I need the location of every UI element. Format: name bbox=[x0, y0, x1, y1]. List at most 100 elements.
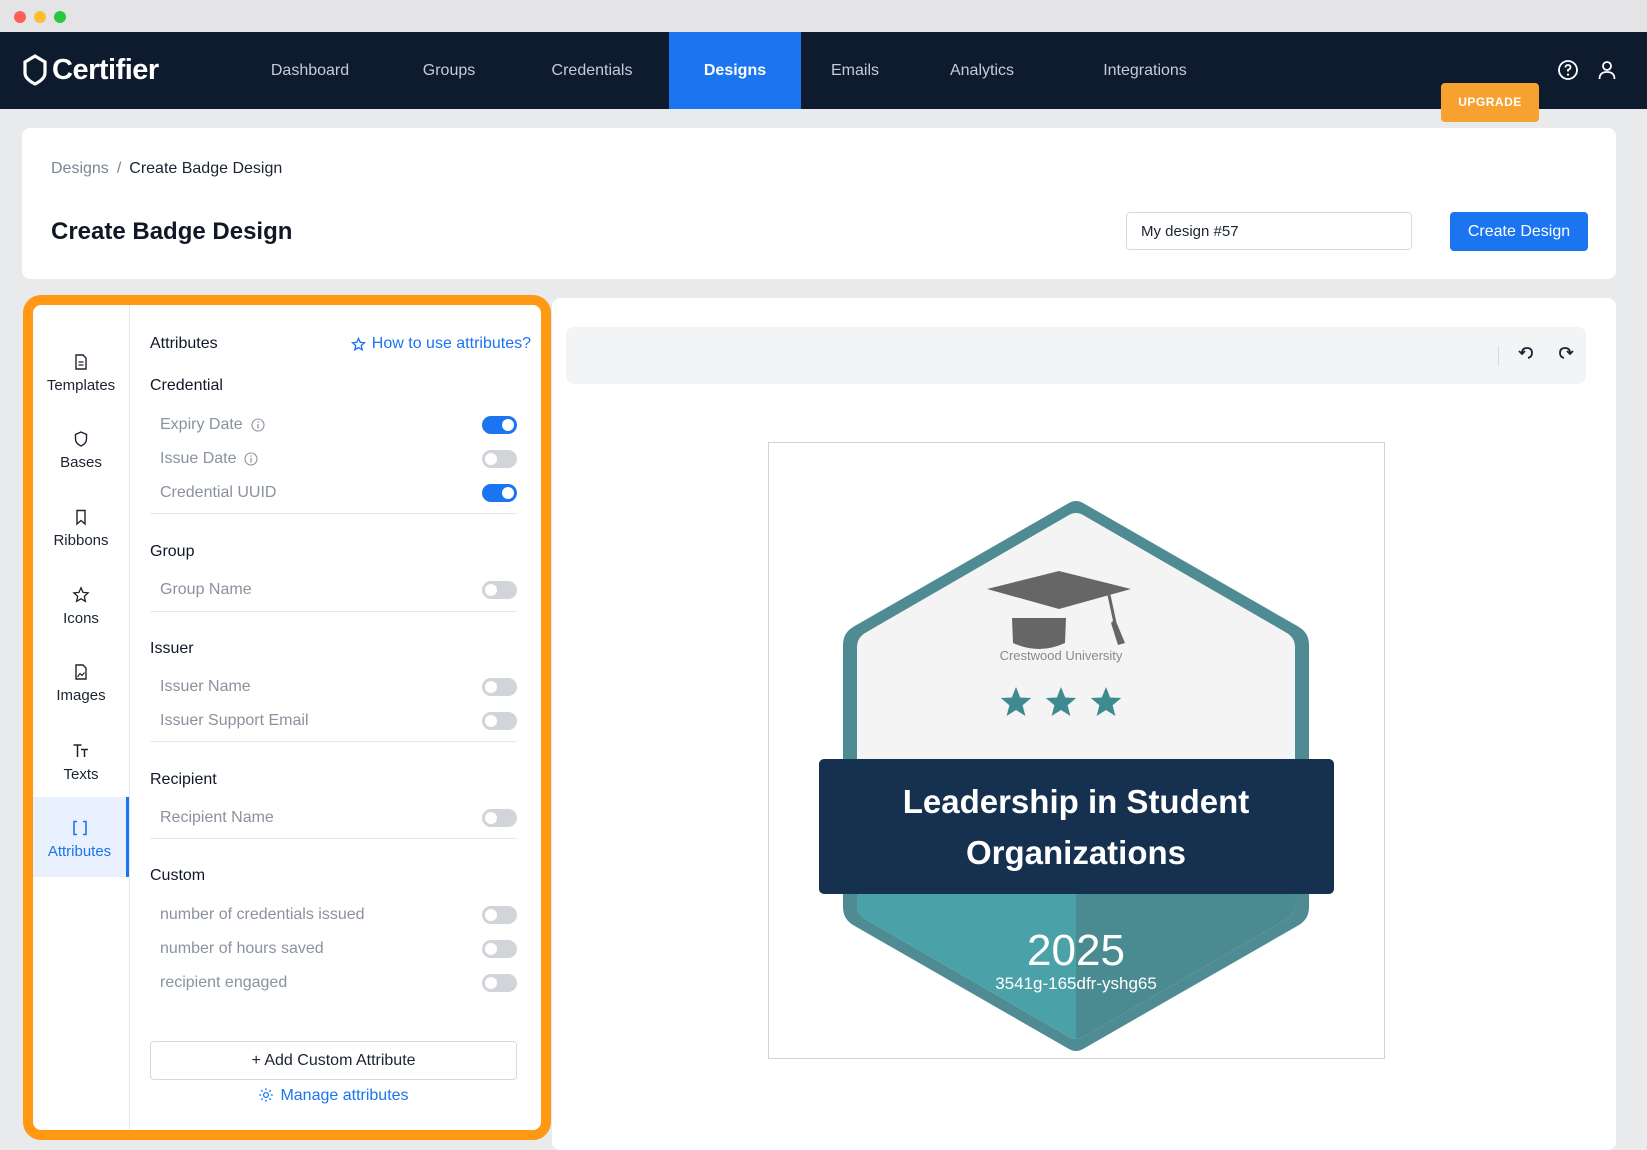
section-group: Group bbox=[150, 543, 195, 560]
attribute-toggle[interactable] bbox=[482, 416, 517, 434]
design-canvas-card: Crestwood University Leadership in Stude… bbox=[552, 298, 1616, 1150]
section-recipient: Recipient bbox=[150, 771, 217, 788]
attribute-label: number of hours saved bbox=[160, 940, 324, 957]
badge-year: 2025 bbox=[1027, 926, 1125, 975]
maximize-window-icon[interactable] bbox=[54, 11, 66, 23]
user-icon[interactable] bbox=[1595, 58, 1619, 82]
window-titlebar bbox=[0, 0, 1647, 32]
shield-icon bbox=[74, 431, 88, 447]
close-window-icon[interactable] bbox=[14, 11, 26, 23]
create-design-button[interactable]: Create Design bbox=[1450, 212, 1588, 251]
gear-icon bbox=[259, 1088, 274, 1102]
logo-icon bbox=[23, 54, 47, 86]
design-name-input[interactable] bbox=[1126, 212, 1412, 250]
breadcrumb-current: Create Badge Design bbox=[129, 160, 283, 177]
attribute-label: Group Name bbox=[160, 581, 252, 598]
brackets-icon bbox=[72, 820, 87, 836]
attribute-label: Issuer Support Email bbox=[160, 712, 309, 729]
attribute-label: Expiry Date bbox=[160, 416, 243, 433]
manage-attributes-link[interactable]: Manage attributes bbox=[150, 1087, 517, 1105]
top-navigation: Certifier Dashboard Groups Credentials Desi… bbox=[0, 32, 1647, 122]
attribute-row: Group Name bbox=[160, 579, 517, 601]
tool-ribbons[interactable]: Ribbons bbox=[33, 486, 129, 566]
star-icon bbox=[72, 586, 90, 603]
attribute-label: Issue Date bbox=[160, 450, 237, 467]
tool-icons-label: Icons bbox=[63, 610, 99, 627]
attribute-toggle[interactable] bbox=[482, 712, 517, 730]
tool-bases[interactable]: Bases bbox=[33, 408, 129, 488]
badge-title-line1: Leadership in Student bbox=[903, 783, 1250, 820]
badge-uuid: 3541g-165dfr-yshg65 bbox=[995, 974, 1157, 993]
redo-icon[interactable] bbox=[1554, 344, 1576, 366]
attribute-label: number of credentials issued bbox=[160, 906, 365, 923]
attribute-row: number of hours saved bbox=[160, 938, 517, 960]
section-divider bbox=[150, 513, 517, 514]
document-icon bbox=[75, 354, 87, 370]
star-outline-icon bbox=[350, 336, 366, 351]
attribute-label: Issuer Name bbox=[160, 678, 251, 695]
nav-designs[interactable]: Designs bbox=[669, 32, 801, 109]
attribute-row: Issuer Name bbox=[160, 676, 517, 698]
canvas-toolbar bbox=[566, 327, 1586, 384]
section-custom: Custom bbox=[150, 867, 206, 884]
nav-groups[interactable]: Groups bbox=[401, 32, 497, 109]
attributes-panel: Attributes How to use attributes? Creden… bbox=[130, 305, 541, 1130]
breadcrumb: Designs / Create Badge Design bbox=[51, 160, 282, 178]
toolbar-divider bbox=[1498, 346, 1499, 366]
help-icon[interactable] bbox=[1556, 58, 1580, 82]
attribute-row: number of credentials issued bbox=[160, 904, 517, 926]
badge-preview[interactable]: Crestwood University Leadership in Stude… bbox=[768, 442, 1385, 1059]
nav-credentials[interactable]: Credentials bbox=[536, 32, 648, 109]
nav-integrations[interactable]: Integrations bbox=[1070, 32, 1220, 109]
info-icon[interactable] bbox=[244, 452, 259, 466]
nav-dashboard[interactable]: Dashboard bbox=[254, 32, 366, 109]
breadcrumb-separator: / bbox=[116, 160, 122, 177]
tool-ribbons-label: Ribbons bbox=[53, 532, 109, 549]
image-file-icon bbox=[75, 664, 87, 680]
nav-analytics[interactable]: Analytics bbox=[930, 32, 1034, 109]
design-tools-panel: Templates Bases Ribbons Icons Images Tex… bbox=[23, 295, 551, 1140]
page-title: Create Badge Design bbox=[51, 218, 293, 245]
upgrade-button[interactable]: UPGRADE bbox=[1441, 83, 1539, 122]
badge-title-line2: Organizations bbox=[966, 834, 1186, 871]
certifier-logo[interactable]: Certifier bbox=[22, 52, 159, 88]
attribute-toggle[interactable] bbox=[482, 678, 517, 696]
attribute-toggle[interactable] bbox=[482, 450, 517, 468]
tool-images[interactable]: Images bbox=[33, 641, 129, 721]
section-divider bbox=[150, 611, 517, 612]
badge-banner bbox=[819, 759, 1334, 894]
tool-templates[interactable]: Templates bbox=[33, 331, 129, 411]
tool-texts-label: Texts bbox=[63, 766, 99, 783]
attribute-row: recipient engaged bbox=[160, 972, 517, 994]
attribute-toggle[interactable] bbox=[482, 484, 517, 502]
attribute-toggle[interactable] bbox=[482, 940, 517, 958]
tool-attributes[interactable]: Attributes bbox=[33, 797, 129, 877]
bookmark-icon bbox=[76, 509, 86, 526]
tool-texts[interactable]: Texts bbox=[33, 720, 129, 800]
tool-icons[interactable]: Icons bbox=[33, 564, 129, 644]
logo-text: Certifier bbox=[52, 53, 159, 86]
info-icon[interactable] bbox=[251, 418, 265, 432]
attribute-toggle[interactable] bbox=[482, 974, 517, 992]
breadcrumb-designs[interactable]: Designs bbox=[51, 160, 109, 177]
how-to-use-attributes-link[interactable]: How to use attributes? bbox=[350, 335, 531, 353]
attribute-row: Credential UUID bbox=[160, 482, 517, 504]
attribute-row: Expiry Date bbox=[160, 414, 517, 436]
attribute-toggle[interactable] bbox=[482, 581, 517, 599]
undo-icon[interactable] bbox=[1516, 344, 1538, 366]
badge-svg: Crestwood University Leadership in Stude… bbox=[819, 501, 1334, 1051]
attribute-toggle[interactable] bbox=[482, 906, 517, 924]
add-custom-attribute-button[interactable]: + Add Custom Attribute bbox=[150, 1041, 517, 1080]
page-header-card: Designs / Create Badge Design Create Badge… bbox=[22, 128, 1616, 279]
attribute-row: Issuer Support Email bbox=[160, 710, 517, 732]
tool-templates-label: Templates bbox=[46, 377, 116, 394]
attribute-toggle[interactable] bbox=[482, 809, 517, 827]
tool-bases-label: Bases bbox=[60, 454, 102, 471]
minimize-window-icon[interactable] bbox=[34, 11, 46, 23]
manage-attributes-label: Manage attributes bbox=[280, 1087, 409, 1104]
section-credential: Credential bbox=[150, 377, 223, 394]
tool-attributes-label: Attributes bbox=[47, 843, 112, 860]
section-issuer: Issuer bbox=[150, 640, 194, 657]
nav-emails[interactable]: Emails bbox=[805, 32, 905, 109]
attribute-label: Recipient Name bbox=[160, 809, 274, 826]
